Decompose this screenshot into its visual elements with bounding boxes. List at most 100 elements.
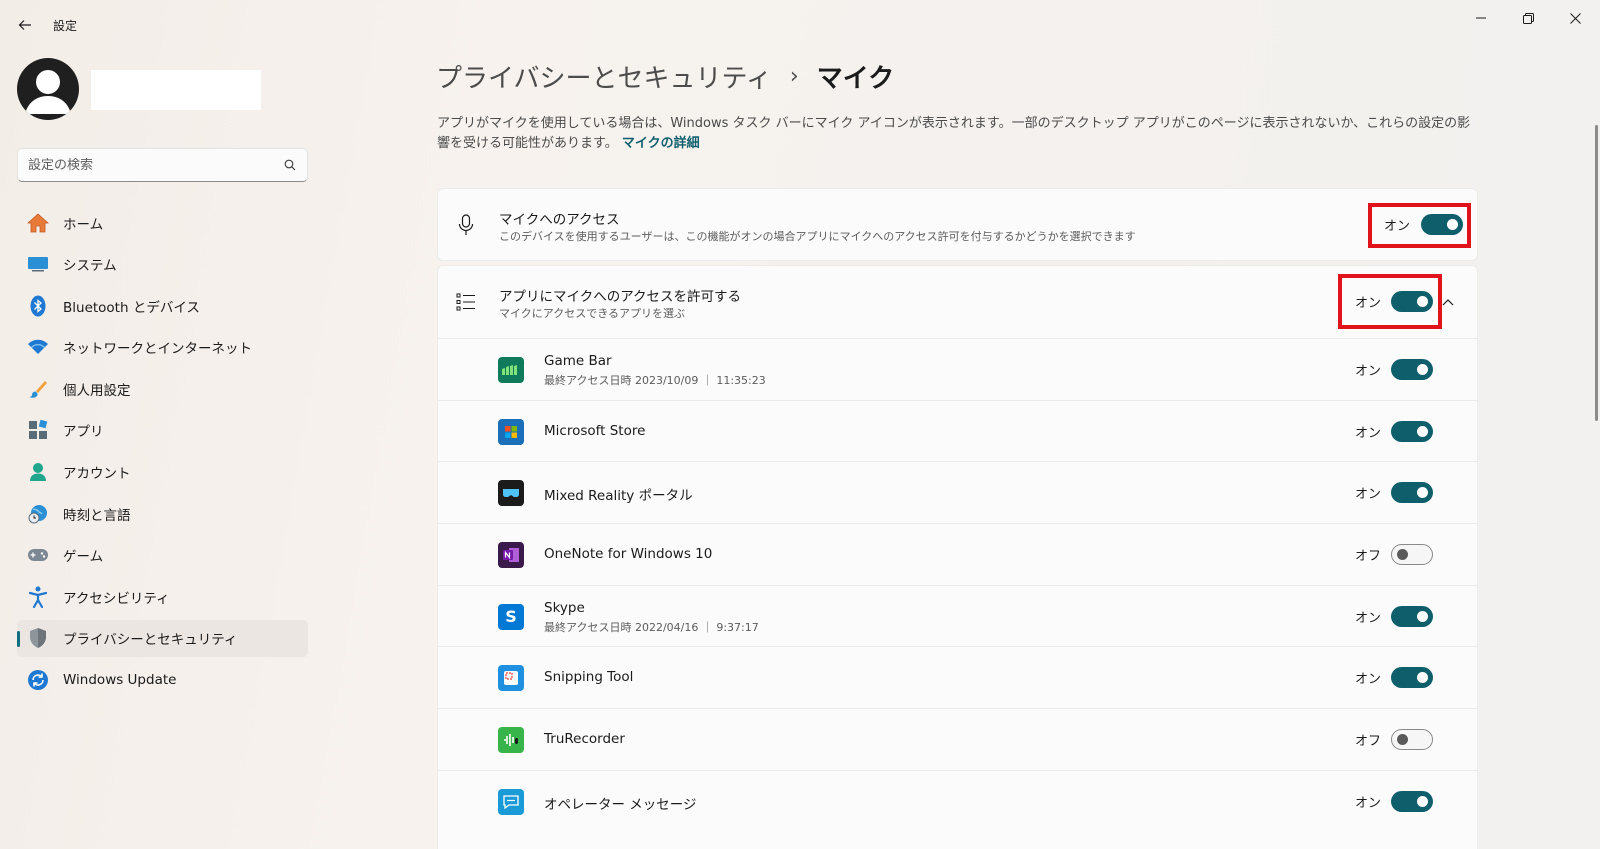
app-name: Mixed Reality ポータル	[544, 488, 693, 505]
sidebar-item-label: プライバシーとセキュリティ	[63, 632, 238, 649]
app-row-onenote: OneNote for Windows 10 オフ	[438, 523, 1477, 585]
app-state-label: オン	[1355, 795, 1382, 811]
brush-icon	[27, 378, 49, 400]
game-bar-icon	[498, 357, 524, 383]
sidebar-item-label: 個人用設定	[63, 382, 131, 399]
app-toggle-operator-messages[interactable]	[1391, 790, 1433, 812]
sidebar-item-bluetooth[interactable]: Bluetooth とデバイス	[17, 287, 308, 324]
sidebar-item-personalization[interactable]: 個人用設定	[17, 370, 308, 407]
sidebar-item-accessibility[interactable]: アクセシビリティ	[17, 578, 308, 615]
trurecorder-icon	[498, 727, 524, 754]
search-icon[interactable]	[283, 158, 297, 172]
app-state-label: オン	[1355, 672, 1382, 688]
minimize-button[interactable]	[1458, 4, 1504, 32]
home-icon	[27, 212, 49, 234]
page-title: マイク	[816, 63, 895, 94]
scrollbar[interactable]	[1595, 125, 1598, 421]
account-icon	[27, 461, 49, 483]
app-toggle-trurecorder[interactable]	[1391, 729, 1433, 751]
sidebar-item-gaming[interactable]: ゲーム	[17, 537, 308, 574]
app-access-title: アプリにマイクへのアクセスを許可する	[499, 289, 742, 305]
sidebar-item-apps[interactable]: アプリ	[17, 412, 308, 449]
app-last-access: 最終アクセス日時 2023/10/09 ｜ 11:35:23	[544, 374, 766, 387]
app-name: OneNote for Windows 10	[544, 546, 713, 563]
restore-icon	[1522, 12, 1534, 24]
app-row-microsoft-store: Microsoft Store オン	[438, 399, 1477, 462]
search-input[interactable]	[28, 157, 283, 173]
profile-name-redacted	[91, 70, 261, 110]
gamepad-icon	[27, 544, 49, 566]
app-name: TruRecorder	[544, 731, 625, 748]
wifi-icon	[27, 336, 49, 358]
sidebar-item-time-language[interactable]: 時刻と言語	[17, 495, 308, 532]
title-bar: 設定	[0, 0, 1600, 48]
sidebar-item-label: ゲーム	[63, 549, 104, 566]
mic-access-title: マイクへのアクセス	[499, 212, 620, 228]
search-box[interactable]	[17, 148, 308, 182]
app-row-snipping-tool: Snipping Tool オン	[438, 646, 1477, 708]
microsoft-store-icon	[498, 418, 524, 445]
highlight-box-mic-access	[1368, 203, 1471, 248]
app-toggle-mixed-reality[interactable]	[1391, 482, 1433, 504]
sidebar-item-label: 時刻と言語	[63, 507, 131, 524]
page-description: アプリがマイクを使用している場合は、Windows タスク バーにマイク アイコ…	[437, 114, 1477, 154]
app-state-label: オフ	[1355, 734, 1382, 750]
snipping-tool-icon	[498, 665, 524, 692]
sidebar-item-accounts[interactable]: アカウント	[17, 454, 308, 491]
sidebar-item-label: システム	[63, 258, 117, 275]
close-button[interactable]	[1552, 4, 1598, 32]
mic-details-link[interactable]: マイクの詳細	[622, 136, 700, 151]
back-arrow-icon	[18, 20, 31, 30]
microphone-icon	[454, 213, 478, 237]
breadcrumb: プライバシーとセキュリティ › マイク	[436, 56, 894, 96]
sidebar-item-network[interactable]: ネットワークとインターネット	[17, 329, 308, 366]
app-name: Game Bar	[544, 353, 612, 369]
app-state-label: オン	[1355, 425, 1382, 441]
sidebar-item-home[interactable]: ホーム	[17, 204, 308, 241]
app-name: オペレーター メッセージ	[544, 796, 697, 813]
back-button[interactable]	[14, 14, 36, 36]
system-icon	[27, 253, 49, 275]
app-state-label: オン	[1355, 364, 1382, 379]
app-toggle-skype[interactable]	[1391, 605, 1433, 627]
sidebar-item-label: ホーム	[63, 216, 104, 233]
restore-button[interactable]	[1505, 4, 1551, 32]
operator-messages-icon	[498, 788, 524, 815]
breadcrumb-parent[interactable]: プライバシーとセキュリティ	[436, 58, 772, 95]
minimize-icon	[1476, 17, 1486, 19]
app-state-label: オン	[1355, 610, 1382, 626]
app-state-label: オフ	[1355, 549, 1382, 565]
sidebar-item-system[interactable]: システム	[17, 246, 308, 283]
app-title: 設定	[53, 19, 78, 33]
apps-icon	[27, 419, 49, 441]
avatar[interactable]	[17, 58, 79, 120]
app-row-mixed-reality: Mixed Reality ポータル オン	[438, 461, 1477, 523]
app-access-row[interactable]: アプリにマイクへのアクセスを許可する マイクにアクセスできるアプリを選ぶ オン	[438, 266, 1477, 338]
bluetooth-icon	[27, 295, 49, 317]
app-row-operator-messages: オペレーター メッセージ オン	[438, 769, 1477, 832]
app-toggle-snipping-tool[interactable]	[1391, 667, 1433, 689]
description-text: アプリがマイクを使用している場合は、Windows タスク バーにマイク アイコ…	[437, 116, 1471, 151]
list-icon	[454, 290, 478, 314]
mic-access-subtitle: このデバイスを使用するユーザーは、この機能がオンの場合アプリにマイクへのアクセス…	[499, 230, 1136, 243]
sidebar-item-label: アプリ	[63, 424, 104, 441]
mic-access-card: マイクへのアクセス このデバイスを使用するユーザーは、この機能がオンの場合アプリ…	[437, 188, 1478, 261]
accessibility-icon	[27, 586, 49, 608]
sidebar-item-label: Bluetooth とデバイス	[63, 299, 200, 316]
sidebar-item-windows-update[interactable]: Windows Update	[17, 662, 308, 699]
sidebar-item-privacy-security[interactable]: プライバシーとセキュリティ	[17, 619, 308, 657]
user-silhouette-icon	[25, 70, 71, 114]
globe-clock-icon	[27, 503, 49, 525]
app-toggle-game-bar[interactable]	[1391, 359, 1433, 380]
highlight-box-app-access	[1338, 274, 1442, 329]
app-name: Snipping Tool	[544, 669, 634, 686]
sidebar-item-label: アクセシビリティ	[63, 590, 170, 607]
app-toggle-microsoft-store[interactable]	[1391, 420, 1433, 442]
skype-icon: S	[498, 603, 524, 630]
close-icon	[1569, 12, 1581, 24]
app-row-trurecorder: TruRecorder オフ	[438, 708, 1477, 770]
app-toggle-onenote[interactable]	[1391, 544, 1433, 566]
mixed-reality-icon	[498, 480, 524, 507]
mic-access-row: マイクへのアクセス このデバイスを使用するユーザーは、この機能がオンの場合アプリ…	[438, 189, 1477, 261]
sidebar-item-label: アカウント	[63, 466, 131, 483]
